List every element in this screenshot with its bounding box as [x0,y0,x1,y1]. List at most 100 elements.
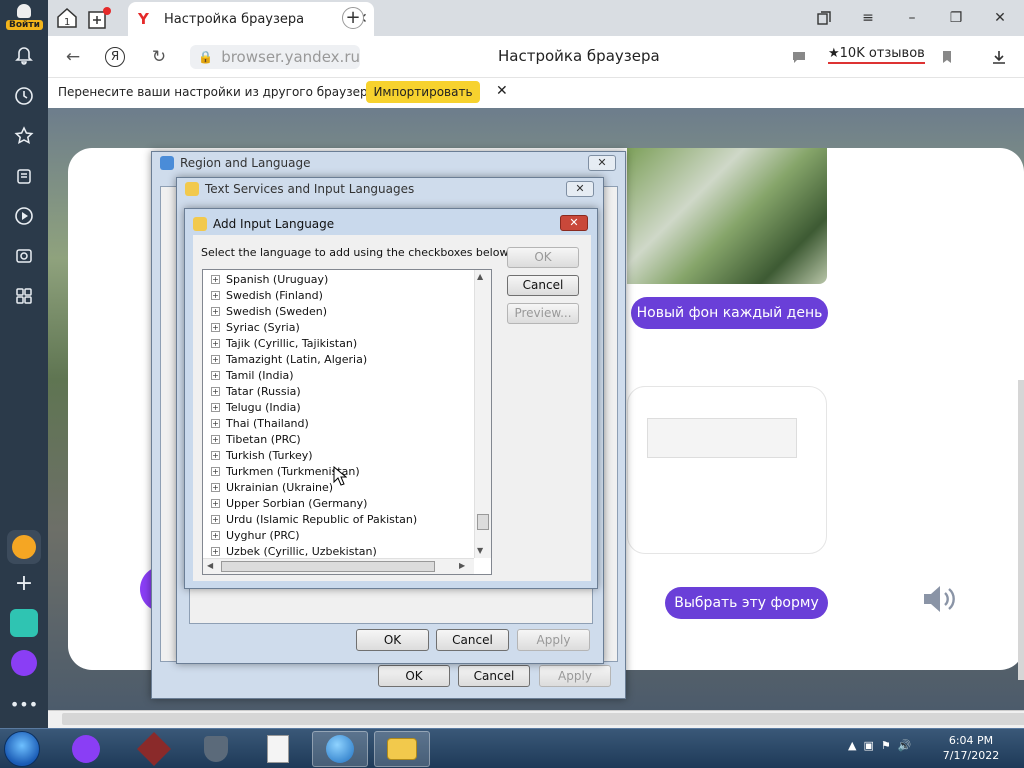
language-item[interactable]: + Tatar (Russia) [211,383,301,399]
add-input-close-button[interactable]: ✕ [560,215,588,231]
globe-taskbar-icon[interactable] [312,731,368,767]
menu-icon[interactable]: ≡ [858,8,878,28]
text-services-apply-button[interactable]: Apply [517,629,590,651]
language-item[interactable]: + Swedish (Sweden) [211,303,327,319]
language-item[interactable]: + Uzbek (Cyrillic, Uzbekistan) [211,543,377,559]
expand-icon[interactable]: + [211,418,220,428]
language-item[interactable]: + Uyghur (PRC) [211,527,300,543]
reviews-link[interactable]: ★10K отзывов [828,46,925,64]
expand-icon[interactable]: + [211,322,220,332]
speaker-icon[interactable] [922,584,958,614]
video-play-icon[interactable] [10,202,38,230]
language-item[interactable]: + Spanish (Uruguay) [211,271,328,287]
game-taskbar-icon[interactable] [126,731,182,767]
login-button[interactable]: Войти [6,4,43,34]
url-field[interactable]: 🔒 browser.yandex.ru [190,45,360,69]
reload-icon[interactable]: ↻ [148,46,170,68]
tab-browser-settings[interactable]: Y Настройка браузера ✕ [128,2,374,36]
yandex-logo-icon[interactable]: Я [104,46,126,68]
background-preview-image[interactable] [627,148,827,284]
alice-app-icon[interactable] [7,646,41,680]
expand-icon[interactable]: + [211,482,220,492]
new-tab-group-icon[interactable] [86,6,112,32]
new-background-button[interactable]: Новый фон каждый день [631,297,828,329]
scroll-up-icon[interactable]: ▲ [477,272,483,281]
home-tab-icon[interactable]: 1 [54,5,80,31]
scroll-thumb[interactable] [221,561,435,572]
expand-icon[interactable]: + [211,386,220,396]
collections-icon[interactable] [10,162,38,190]
expand-icon[interactable]: + [211,450,220,460]
restore-icon[interactable]: ❐ [946,8,966,28]
expand-icon[interactable]: + [211,434,220,444]
screenshot-camera-icon[interactable] [10,242,38,270]
clock[interactable]: 6:04 PM 7/17/2022 [936,733,1006,763]
scroll-down-icon[interactable]: ▼ [477,546,483,555]
language-list-vertical-scrollbar[interactable]: ▲ ▼ [474,270,491,558]
language-item[interactable]: + Upper Sorbian (Germany) [211,495,367,511]
add-input-cancel-button[interactable]: Cancel [507,275,579,296]
world-of-warships-taskbar-icon[interactable] [188,731,244,767]
page-vertical-scrollbar[interactable] [1018,380,1024,680]
region-close-button[interactable]: ✕ [588,155,616,171]
import-button[interactable]: Импортировать [366,81,480,103]
language-item[interactable]: + Tibetan (PRC) [211,431,301,447]
expand-icon[interactable]: + [211,354,220,364]
bookmark-icon[interactable] [936,46,958,68]
text-services-close-button[interactable]: ✕ [566,181,594,197]
expand-icon[interactable]: + [211,466,220,476]
system-tray[interactable]: ▲ ▣ ⚑ 🔊 [848,739,911,752]
chat-icon[interactable] [788,46,810,68]
alice-taskbar-icon[interactable] [58,731,114,767]
back-arrow-icon[interactable]: ← [62,46,84,68]
choose-form-button[interactable]: Выбрать эту форму [665,587,828,619]
page-horizontal-scrollbar[interactable] [48,710,1024,728]
lock-icon[interactable]: 🔒 [198,50,213,64]
language-list-horizontal-scrollbar[interactable]: ◀ ▶ [203,558,474,574]
language-item[interactable]: + Thai (Thailand) [211,415,309,431]
messenger-app-icon[interactable] [7,606,41,640]
minimize-icon[interactable]: – [902,8,922,28]
expand-icon[interactable]: + [211,274,220,284]
more-dots-icon[interactable]: ••• [10,690,38,718]
keyboard-taskbar-icon[interactable] [374,731,430,767]
text-services-ok-button[interactable]: OK [356,629,429,651]
start-button[interactable] [4,731,40,767]
language-item[interactable]: + Tamil (India) [211,367,294,383]
language-item[interactable]: + Syriac (Syria) [211,319,300,335]
add-app-icon[interactable]: + [7,566,41,600]
expand-icon[interactable]: + [211,530,220,540]
scroll-left-icon[interactable]: ◀ [207,561,213,570]
expand-icon[interactable]: + [211,338,220,348]
language-tree-list[interactable]: + Spanish (Uruguay) + Swedish (Finland) + S… [202,269,492,575]
language-item[interactable]: + Urdu (Islamic Republic of Pakistan) [211,511,417,527]
region-apply-button[interactable]: Apply [539,665,611,687]
mail-app-icon[interactable] [7,530,41,564]
bell-icon[interactable] [10,42,38,70]
close-window-icon[interactable]: ✕ [990,8,1010,28]
scroll-thumb[interactable] [62,713,1024,725]
apps-grid-icon[interactable] [10,282,38,310]
scroll-thumb[interactable] [477,514,489,530]
language-item[interactable]: + Tajik (Cyrillic, Tajikistan) [211,335,357,351]
new-tab-button[interactable]: + [342,7,364,29]
document-taskbar-icon[interactable] [250,731,306,767]
frame-shape-option[interactable] [627,386,827,554]
close-infobar-icon[interactable]: ✕ [496,83,508,99]
region-ok-button[interactable]: OK [378,665,450,687]
language-item[interactable]: + Turkish (Turkey) [211,447,313,463]
expand-icon[interactable]: + [211,290,220,300]
expand-icon[interactable]: + [211,306,220,316]
add-input-preview-button[interactable]: Preview... [507,303,579,324]
expand-icon[interactable]: + [211,402,220,412]
history-icon[interactable] [10,82,38,110]
bookmarks-star-icon[interactable] [10,122,38,150]
language-item[interactable]: + Swedish (Finland) [211,287,323,303]
expand-icon[interactable]: + [211,498,220,508]
expand-icon[interactable]: + [211,514,220,524]
tabs-panel-icon[interactable] [814,8,834,28]
language-item[interactable]: + Ukrainian (Ukraine) [211,479,333,495]
text-services-cancel-button[interactable]: Cancel [436,629,509,651]
add-input-ok-button[interactable]: OK [507,247,579,268]
expand-icon[interactable]: + [211,370,220,380]
